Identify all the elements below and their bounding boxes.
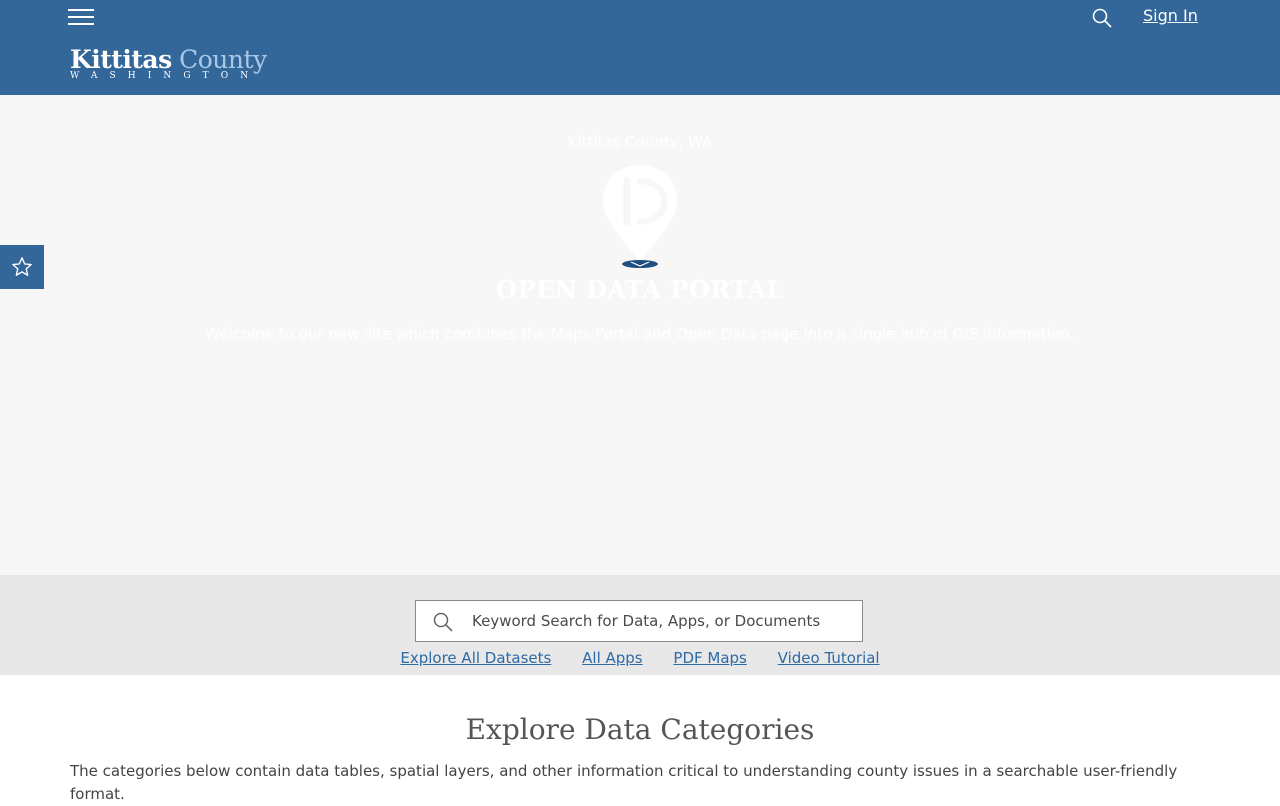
all-apps-link[interactable]: All Apps bbox=[582, 649, 642, 667]
hero-banner: Kittitas County, WA OPEN DATA PORTAL Wel… bbox=[0, 95, 1280, 575]
hamburger-menu-icon[interactable] bbox=[68, 6, 94, 28]
keyword-search-input[interactable] bbox=[472, 601, 852, 641]
favorite-button[interactable] bbox=[0, 245, 44, 289]
sign-in-link[interactable]: Sign In bbox=[1143, 6, 1198, 25]
categories-description: The categories below contain data tables… bbox=[70, 762, 1178, 803]
site-header: Kittitas County WASHINGTON Sign In bbox=[0, 0, 1280, 95]
quick-links: Explore All Datasets All Apps PDF Maps V… bbox=[0, 649, 1280, 667]
search-icon bbox=[433, 612, 453, 632]
county-logo[interactable]: Kittitas County WASHINGTON bbox=[70, 45, 270, 85]
logo-subtitle: WASHINGTON bbox=[70, 71, 261, 81]
star-icon bbox=[12, 257, 32, 276]
search-band: Explore All Datasets All Apps PDF Maps V… bbox=[0, 575, 1280, 675]
hero-welcome-text: Welcome to our new site which combines t… bbox=[205, 325, 1075, 343]
explore-all-datasets-link[interactable]: Explore All Datasets bbox=[400, 649, 551, 667]
logo-word-kittitas: Kittitas bbox=[70, 45, 172, 74]
map-pin-icon bbox=[600, 163, 680, 271]
pdf-maps-link[interactable]: PDF Maps bbox=[673, 649, 746, 667]
search-box[interactable] bbox=[415, 600, 863, 642]
logo-word-county: County bbox=[179, 45, 267, 74]
hero-subtitle: Kittitas County, WA bbox=[567, 133, 713, 151]
categories-heading: Explore Data Categories bbox=[465, 713, 815, 746]
hero-title: OPEN DATA PORTAL bbox=[496, 275, 784, 304]
video-tutorial-link[interactable]: Video Tutorial bbox=[778, 649, 880, 667]
header-search-icon[interactable] bbox=[1092, 8, 1112, 28]
